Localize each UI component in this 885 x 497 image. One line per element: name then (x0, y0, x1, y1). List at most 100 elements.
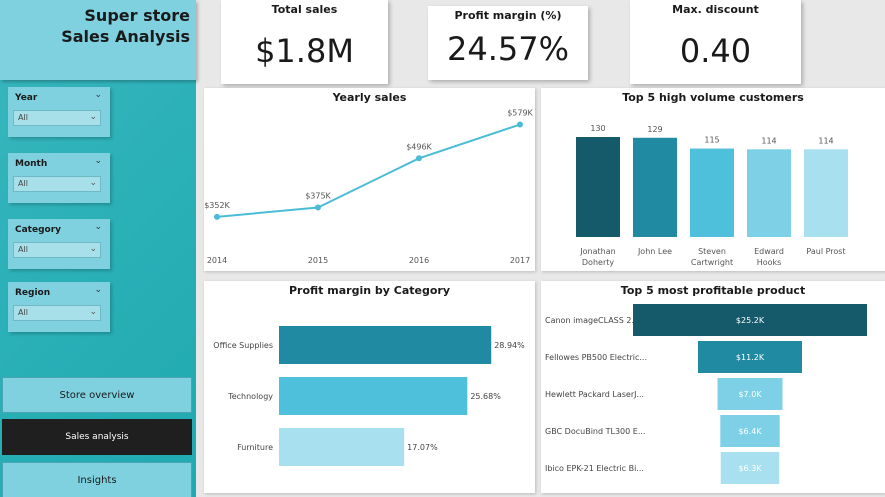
x-tick-label: John Lee (637, 247, 672, 256)
bar (279, 377, 468, 415)
kpi-title: Max. discount (672, 3, 759, 16)
top-customers-panel[interactable]: Top 5 high volume customers 130 Jonathan D… (541, 88, 885, 271)
chart-title: Top 5 high volume customers (622, 91, 804, 104)
kpi-value: $1.8M (255, 32, 354, 70)
x-tick-label: 2015 (308, 256, 328, 265)
x-tick-label: Edward (754, 247, 784, 256)
category-dropdown[interactable]: All ⌄ (13, 242, 101, 258)
yearly-sales-chart: $352K 2014 $375K 2015 $496K 2016 $579K 2017 (204, 109, 533, 265)
chart-title: Profit margin by Category (288, 284, 450, 297)
chevron-down-icon: ⌄ (89, 244, 97, 254)
data-label: $352K (204, 201, 230, 210)
y-tick-label: Canon imageCLASS 2... (545, 316, 639, 325)
dropdown-value: All (18, 308, 28, 317)
slicer-label: Region (15, 288, 51, 298)
chevron-down-icon[interactable]: ⌄ (94, 156, 102, 166)
sidebar: Super store Sales Analysis Year ⌄ All ⌄ … (0, 0, 196, 497)
dropdown-value: All (18, 179, 28, 188)
data-label: 17.07% (407, 443, 438, 452)
kpi-value: 0.40 (679, 32, 752, 70)
y-tick-label: Technology (227, 392, 273, 401)
x-tick-label: Steven (698, 247, 726, 256)
kpi-total-sales-card: Total sales $1.8M (221, 0, 388, 84)
data-label: $6.3K (738, 464, 762, 473)
data-label: 130 (590, 124, 605, 133)
bar (279, 428, 405, 466)
top-products-chart: $25.2K Canon imageCLASS 2... $11.2K Fellowe… (545, 304, 867, 484)
line-point (517, 121, 523, 128)
region-slicer[interactable]: Region ⌄ All ⌄ (8, 282, 110, 332)
x-tick-label: Jonathan (579, 247, 615, 256)
data-label: 28.94% (494, 341, 525, 350)
data-label: 129 (647, 125, 662, 134)
x-tick-label: Hooks (757, 258, 782, 267)
slicer-label: Category (15, 225, 62, 235)
x-tick-label: 2014 (207, 256, 227, 265)
chart-title: Yearly sales (332, 91, 407, 104)
report-title-line2: Sales Analysis (61, 27, 190, 46)
line-point (416, 155, 422, 162)
month-slicer[interactable]: Month ⌄ All ⌄ (8, 153, 110, 203)
y-tick-label: Fellowes PB500 Electric... (545, 353, 647, 362)
x-tick-label: 2016 (409, 256, 429, 265)
bar (633, 137, 677, 237)
bar (690, 148, 734, 237)
data-label: 114 (761, 136, 776, 145)
kpi-value: 24.57% (446, 30, 569, 68)
kpi-profit-margin-card: Profit margin (%) 24.57% (428, 6, 588, 80)
top-customers-chart: 130 Jonathan Doherty 129 John Lee 115 Steven Ca… (576, 124, 848, 267)
kpi-title: Profit margin (%) (454, 9, 562, 22)
bar (747, 149, 791, 237)
profit-margin-category-chart: Office Supplies 28.94% Technology 25.68% Fur… (213, 326, 525, 466)
year-slicer[interactable]: Year ⌄ All ⌄ (8, 87, 110, 137)
y-tick-label: GBC DocuBind TL300 E... (545, 427, 645, 436)
data-label: $6.4K (738, 427, 762, 436)
month-dropdown[interactable]: All ⌄ (13, 176, 101, 192)
nav-sales-analysis-button[interactable]: Sales analysis (2, 419, 192, 455)
data-label: $25.2K (736, 316, 765, 325)
chevron-down-icon[interactable]: ⌄ (94, 285, 102, 295)
report-title-line1: Super store (84, 6, 190, 25)
chevron-down-icon[interactable]: ⌄ (94, 90, 102, 100)
category-slicer[interactable]: Category ⌄ All ⌄ (8, 219, 110, 269)
y-tick-label: Office Supplies (213, 341, 273, 350)
x-tick-label: Cartwright (691, 258, 733, 267)
x-tick-label: Doherty (582, 258, 614, 267)
nav-insights-button[interactable]: Insights (2, 462, 192, 497)
sales-line (216, 123, 521, 218)
yearly-sales-panel[interactable]: Yearly sales $352K 2014 $375K 2015 $496K 2016… (204, 88, 535, 271)
nav-store-overview-button[interactable]: Store overview (2, 377, 192, 413)
data-label: $496K (406, 142, 432, 151)
chevron-down-icon: ⌄ (89, 307, 97, 317)
bar (576, 137, 620, 237)
x-tick-label: 2017 (510, 256, 530, 265)
slicer-label: Year (15, 93, 38, 103)
x-tick-label: Paul Prost (806, 247, 845, 256)
report-title-box: Super store Sales Analysis (0, 0, 196, 80)
slicer-label: Month (15, 159, 48, 169)
chevron-down-icon: ⌄ (89, 112, 97, 122)
chart-title: Top 5 most profitable product (620, 284, 806, 297)
line-point (214, 213, 220, 220)
y-tick-label: Furniture (237, 443, 273, 452)
data-label: $7.0K (738, 390, 762, 399)
bar (804, 149, 848, 237)
bar (279, 326, 492, 364)
year-dropdown[interactable]: All ⌄ (13, 110, 101, 126)
data-label: 115 (704, 136, 719, 145)
y-tick-label: Hewlett Packard LaserJ... (545, 390, 644, 399)
kpi-title: Total sales (271, 3, 338, 16)
chevron-down-icon[interactable]: ⌄ (94, 222, 102, 232)
data-label: $11.2K (736, 353, 765, 362)
dropdown-value: All (18, 245, 28, 254)
data-label: $375K (305, 192, 331, 201)
data-label: $579K (507, 109, 533, 118)
profit-margin-category-panel[interactable]: Profit margin by Category Office Supplie… (204, 281, 535, 493)
top-products-panel[interactable]: Top 5 most profitable product $25.2K Cano… (541, 281, 885, 493)
region-dropdown[interactable]: All ⌄ (13, 305, 101, 321)
kpi-max-discount-card: Max. discount 0.40 (630, 0, 801, 84)
chevron-down-icon: ⌄ (89, 178, 97, 188)
data-label: 114 (818, 136, 833, 145)
dropdown-value: All (18, 113, 28, 122)
data-label: 25.68% (470, 392, 501, 401)
